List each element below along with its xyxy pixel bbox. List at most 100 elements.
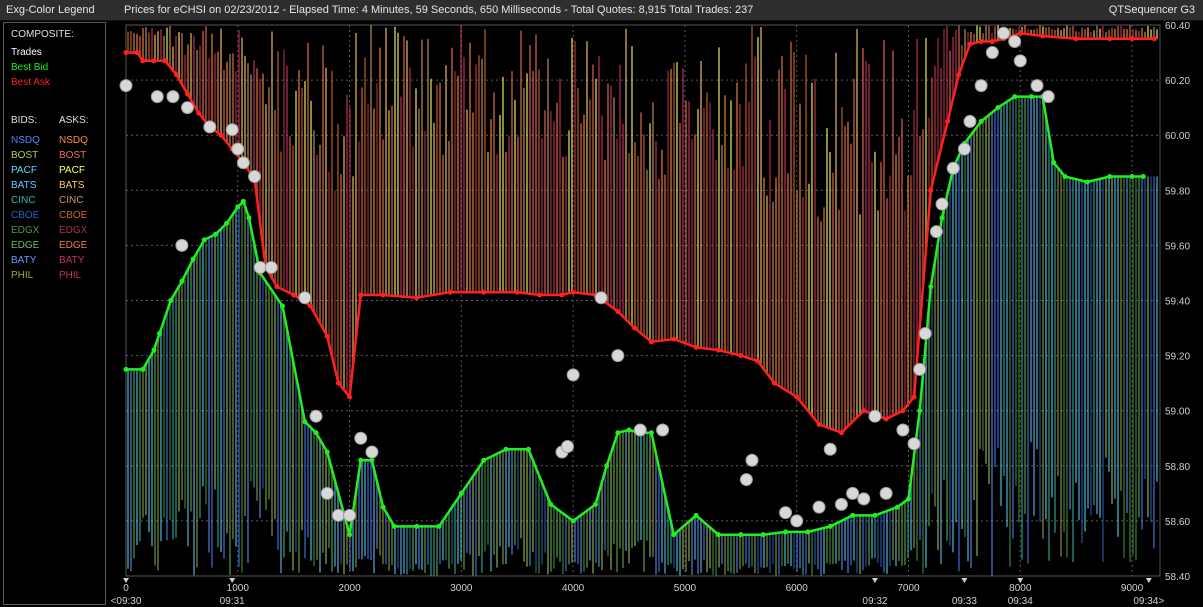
best-bid-point [212,231,218,237]
trade-point [957,142,971,156]
time-marker-label: <09:30 [111,596,142,607]
best-bid-point [414,523,420,529]
best-bid-point [302,419,308,425]
best-ask-point [151,58,157,64]
x-tick-label: 4000 [562,583,585,594]
best-ask-point [1017,30,1023,36]
trade-point [745,453,759,467]
time-marker-label: 09:32 [862,596,887,607]
best-bid-point [615,430,621,436]
best-bid-point [995,105,1001,111]
trade-point [974,79,988,93]
best-bid-point [1129,174,1135,180]
best-ask-point [291,292,297,298]
y-tick-label: 59.40 [1165,297,1190,308]
best-bid-point [738,532,744,538]
best-bid-point [928,284,934,290]
best-bid-point [168,298,174,303]
best-bid-point [693,512,699,518]
best-bid-point [648,430,654,436]
trade-point [320,486,334,500]
best-bid-point [905,496,911,502]
time-marker-label: 09:34 [1008,596,1033,607]
best-bid-point [201,237,207,243]
best-bid-point [1107,174,1113,180]
best-bid-point [279,303,285,309]
best-ask-point [1040,33,1046,39]
time-marker-tick [1145,578,1152,583]
best-ask-point [738,353,744,359]
best-ask-point [347,394,353,400]
trade-point [857,492,871,506]
best-bid-point [246,215,252,221]
trade-point [985,46,999,60]
best-bid-point [671,532,677,538]
best-bid-point [358,457,364,463]
price-chart: 60.40 60.20 60.00 59.80 59.60 59.40 59.20 59.00… [111,21,1191,607]
best-ask-point [671,336,677,342]
best-ask-point [162,58,168,64]
trade-point [823,442,837,456]
trade-point [1041,90,1055,104]
best-ask-point [335,380,341,386]
best-bid-point [978,118,984,124]
best-bid-point [324,449,330,455]
best-bid-point [525,446,531,452]
best-bid-point [827,523,833,529]
trade-point [298,291,312,305]
trade-point [834,497,848,511]
trade-point [175,238,189,252]
trade-point [309,409,323,423]
best-bid-point [1140,174,1146,180]
x-tick-label: 5000 [674,583,697,594]
trade-point [594,291,608,305]
best-ask-point [838,430,844,436]
best-bid-point [850,512,856,518]
time-marker-label: 09:33 [952,596,977,607]
best-ask-point [715,347,721,353]
best-ask-point [218,132,224,138]
best-bid-point [917,408,923,414]
y-tick-label: 59.60 [1165,241,1190,252]
x-tick-label: 3000 [450,583,473,594]
best-ask-point [693,344,699,350]
best-ask-point [989,39,995,45]
best-bid-point [151,347,157,353]
best-ask-point [956,72,962,78]
best-bid-point [1028,94,1034,100]
best-ask-point [978,39,984,45]
best-ask-point [274,284,280,290]
best-ask-point [123,50,129,56]
trade-point [203,120,217,134]
best-bid-point [1084,179,1090,185]
x-tick-label: 9000 [1121,583,1144,594]
best-ask-point [324,333,330,339]
trade-point [150,90,164,104]
best-bid-point [894,504,900,510]
y-tick-label: 58.60 [1165,517,1190,528]
best-ask-point [559,292,565,298]
time-marker-label: 09:31 [220,596,245,607]
trade-point [166,90,180,104]
best-bid-point [503,446,509,452]
best-ask-point [911,394,917,400]
best-ask-point [945,118,951,124]
trade-point [180,101,194,115]
best-bid-point [1051,160,1057,166]
best-ask-point [414,295,420,301]
best-ask-point [648,339,654,345]
trade-point [264,260,278,274]
trade-point [566,368,580,382]
best-ask-point [380,292,386,298]
trade-point [879,486,893,500]
trade-point [907,437,921,451]
best-ask-point [358,292,364,298]
trade-point [236,156,250,170]
trade-point [997,26,1011,40]
trade-point [896,423,910,437]
best-bid-point [1012,94,1018,100]
trade-point [1030,79,1044,93]
trade-point [790,514,804,528]
best-ask-point [861,408,867,414]
best-bid-point [805,529,811,535]
